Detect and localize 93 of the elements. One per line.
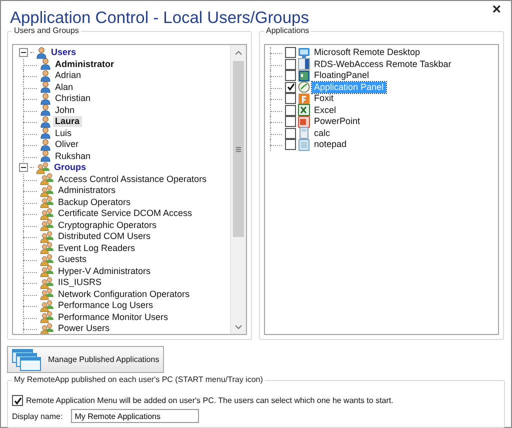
group-icon — [40, 265, 54, 278]
tree-item[interactable]: Cryptographic Operators — [56, 220, 159, 231]
tree-node[interactable]: Users — [49, 47, 78, 58]
grip-icon — [236, 146, 241, 152]
tree-item[interactable]: Performance Monitor Users — [56, 312, 170, 323]
checkbox[interactable] — [285, 47, 296, 58]
user-icon — [40, 58, 51, 70]
tree-item[interactable]: John — [53, 104, 77, 116]
notepad-icon — [298, 138, 310, 151]
group-icon — [40, 196, 54, 208]
scroll-up-icon[interactable] — [235, 50, 242, 54]
slides-icon — [298, 116, 310, 128]
group-icon — [40, 208, 54, 220]
tree-item[interactable]: Christian — [53, 93, 93, 104]
group-icon — [40, 242, 54, 254]
field-label: Display name: — [12, 412, 63, 420]
tree-item[interactable]: Hyper-V Administrators — [56, 266, 153, 277]
document-icon — [298, 92, 310, 105]
tree-item[interactable]: Access Control Assistance Operators — [56, 174, 209, 185]
tree-item[interactable]: Backup Operators — [56, 196, 133, 208]
taskbar-icon — [298, 58, 310, 70]
tree-item[interactable]: Excel — [312, 104, 338, 116]
group-icon — [40, 300, 54, 312]
group-title: Applications — [266, 26, 310, 35]
group-icon — [40, 322, 54, 334]
tree-item[interactable]: Oliver — [53, 139, 81, 150]
group-icon — [40, 184, 54, 197]
tree-item[interactable]: Administrators — [56, 185, 118, 196]
collapse-icon[interactable] — [19, 163, 28, 172]
scrollbar[interactable] — [230, 45, 246, 334]
tree-item[interactable]: Network Configuration Operators — [56, 288, 192, 300]
tree-item[interactable]: Adrian — [53, 70, 84, 82]
user-icon — [40, 81, 51, 94]
group-icon — [40, 230, 54, 243]
tree-item[interactable]: Administrator — [53, 58, 116, 70]
group-icon — [40, 219, 54, 232]
tree-item[interactable]: Luis — [53, 128, 74, 139]
checkbox[interactable] — [12, 395, 23, 406]
user-icon — [40, 104, 51, 116]
display-name-field[interactable]: My Remote Applications — [70, 409, 199, 423]
tree-item[interactable]: RDS-WebAccess Remote Taskbar — [312, 58, 454, 70]
checkbox[interactable] — [285, 139, 296, 150]
collapse-icon[interactable] — [19, 48, 28, 58]
tree-item[interactable]: calc — [312, 128, 332, 139]
group-icon — [36, 162, 50, 174]
spreadsheet-icon — [298, 104, 310, 116]
checkbox[interactable] — [285, 116, 296, 128]
scroll-down-icon[interactable] — [235, 324, 242, 328]
calculator-icon — [298, 127, 310, 140]
window-title: Application Control - Local Users/Groups — [10, 8, 309, 27]
monitor-icon — [298, 46, 310, 59]
tree-item[interactable]: Performance Log Users — [56, 300, 156, 312]
group-icon — [40, 173, 54, 186]
window-icon — [298, 70, 310, 82]
tree-item[interactable]: notepad — [312, 139, 349, 150]
tree-item[interactable]: Alan — [53, 82, 76, 93]
checkbox[interactable] — [285, 128, 296, 139]
group-icon — [40, 254, 54, 266]
user-icon — [40, 92, 51, 105]
tree-item[interactable]: Power Users — [56, 323, 112, 334]
checkbox[interactable] — [285, 58, 296, 70]
tree-item[interactable]: Distributed COM Users — [56, 231, 153, 242]
user-icon — [40, 127, 51, 140]
user-icon — [40, 116, 51, 128]
checkbox[interactable] — [285, 70, 296, 82]
checkbox[interactable] — [285, 93, 296, 104]
tree-item[interactable]: Rukshan — [53, 150, 93, 162]
checkbox[interactable] — [285, 104, 296, 116]
gauge-icon — [298, 81, 310, 94]
group-title: Users and Groups — [14, 26, 79, 35]
group-title: My RemoteApp published on each user's PC (START menu/Tray icon) — [14, 375, 263, 384]
checkbox-label[interactable]: Remote Application Menu will be added on user's PC. The users can select which one he wants to start. — [26, 396, 394, 405]
group-icon — [40, 276, 54, 289]
user-icon — [40, 150, 51, 162]
group-icon — [40, 311, 54, 324]
close-button[interactable]: × — [486, 2, 507, 18]
tree-item[interactable]: Foxit — [312, 93, 336, 104]
tree-item[interactable]: Microsoft Remote Desktop — [312, 47, 422, 58]
checkbox[interactable] — [285, 82, 296, 93]
tree-item[interactable]: Guests — [56, 254, 89, 266]
tree-item[interactable]: FloatingPanel — [312, 70, 372, 82]
tree-item[interactable]: Event Log Readers — [56, 242, 138, 254]
tree-node[interactable]: Groups — [52, 162, 88, 174]
tree-item[interactable]: PowerPoint — [312, 116, 362, 128]
user-icon — [40, 138, 51, 151]
tree-item[interactable]: Certificate Service DCOM Access — [56, 208, 194, 220]
windows-icon — [12, 348, 42, 370]
user-icon — [36, 46, 47, 59]
tree-item[interactable]: IIS_IUSRS — [56, 277, 104, 288]
tree-item[interactable]: Laura — [53, 116, 82, 128]
group-icon — [40, 288, 54, 300]
manage-applications-button[interactable]: Manage Published Applications — [7, 346, 164, 373]
user-icon — [40, 70, 51, 82]
